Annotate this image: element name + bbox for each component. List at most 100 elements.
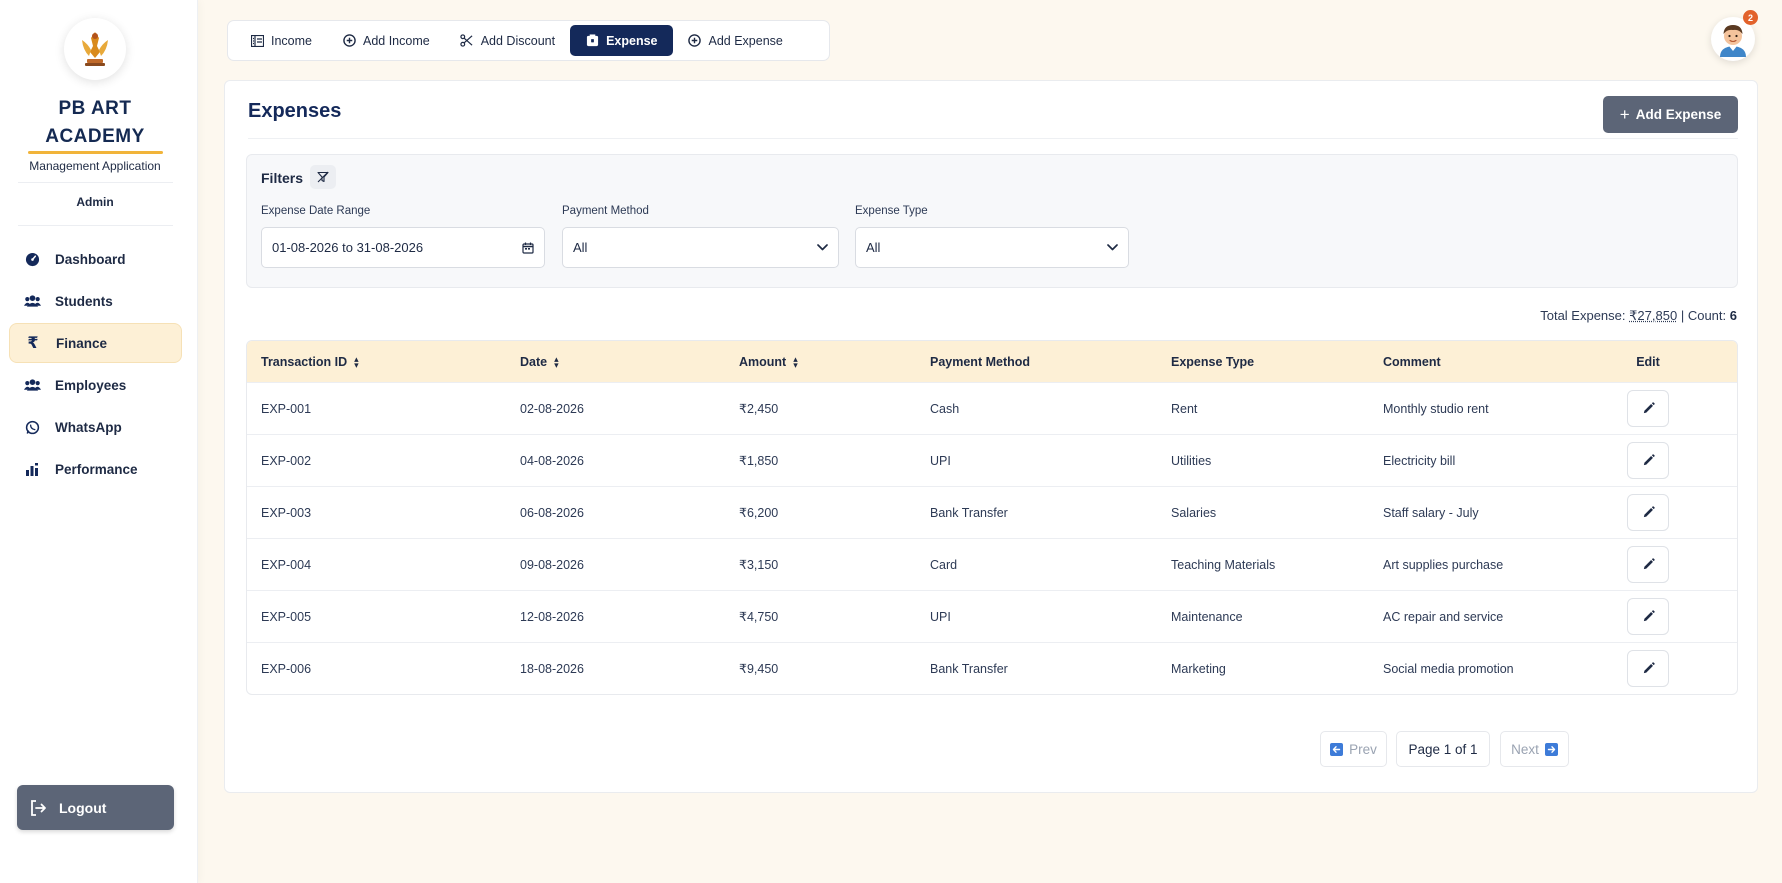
brand-title-line: ACADEMY — [45, 126, 145, 147]
ledger-icon — [250, 34, 264, 48]
column-header-comment: Comment — [1383, 354, 1441, 369]
add-expense-button[interactable]: + Add Expense — [1603, 96, 1738, 133]
page-title: Expenses — [248, 100, 342, 122]
cell-edit — [1621, 546, 1737, 583]
table-row: EXP-005 12-08-2026 ₹4,750 UPI Maintenance AC … — [247, 590, 1737, 642]
logout-label: Logout — [59, 799, 107, 816]
cell-transaction-id: EXP-005 — [261, 609, 312, 624]
sidebar-item-label: WhatsApp — [55, 419, 122, 435]
sidebar-item-dashboard[interactable]: Dashboard — [9, 239, 182, 279]
chevron-down-icon — [817, 244, 828, 251]
cell-payment-method: Cash — [930, 401, 960, 416]
tab-income[interactable]: Income — [235, 25, 327, 56]
edit-button[interactable] — [1627, 546, 1669, 583]
plus-circle-icon — [342, 34, 356, 48]
cell-amount: ₹9,450 — [739, 662, 779, 676]
expense-type-select[interactable]: All — [855, 227, 1129, 268]
count-value: 6 — [1729, 308, 1737, 323]
pencil-icon — [1643, 402, 1655, 414]
column-header-label: Transaction ID — [261, 354, 348, 369]
tab-add-discount[interactable]: Add Discount — [445, 25, 570, 56]
cell-payment-method: UPI — [930, 453, 951, 468]
notification-badge: 2 — [1743, 10, 1758, 25]
filter-off-icon — [317, 171, 329, 183]
cell-edit — [1621, 390, 1737, 427]
edit-button[interactable] — [1627, 494, 1669, 531]
date-range-value: 01-08-2026 to 31-08-2026 — [272, 240, 424, 255]
filters-panel: Filters Expense Date Range 01-08-2026 to… — [246, 154, 1738, 288]
sidebar-item-whatsapp[interactable]: WhatsApp — [9, 407, 182, 447]
table-row: EXP-002 04-08-2026 ₹1,850 UPI Utilities Elect… — [247, 434, 1737, 486]
sidebar-item-label: Performance — [55, 461, 138, 477]
pencil-icon — [1643, 506, 1655, 518]
sidebar: PB ART ACADEMY Management Application Ad… — [0, 0, 198, 883]
page-indicator: Page 1 of 1 — [1396, 731, 1490, 767]
edit-button[interactable] — [1627, 390, 1669, 427]
tab-add-income[interactable]: Add Income — [327, 25, 445, 56]
cell-expense-type: Salaries — [1171, 505, 1217, 520]
brand-title: PB ART ACADEMY — [0, 95, 190, 151]
cell-expense-type: Teaching Materials — [1171, 557, 1276, 572]
sidebar-item-employees[interactable]: Employees — [9, 365, 182, 405]
logout-button[interactable]: Logout — [17, 785, 174, 830]
tab-label: Expense — [606, 33, 658, 48]
pencil-icon — [1643, 454, 1655, 466]
date-range-input[interactable]: 01-08-2026 to 31-08-2026 — [261, 227, 545, 268]
cell-expense-type: Maintenance — [1171, 609, 1243, 624]
count-label: Count: — [1687, 308, 1727, 323]
prev-page-button[interactable]: Prev — [1320, 731, 1387, 767]
next-page-button[interactable]: Next — [1500, 731, 1569, 767]
column-header-amount[interactable]: Amount ▴ ▾ — [725, 355, 916, 370]
arrow-left-icon — [1330, 742, 1344, 756]
sidebar-item-label: Employees — [55, 377, 127, 393]
divider — [248, 138, 1738, 139]
tab-add-expense[interactable]: Add Expense — [673, 25, 798, 56]
brand-subtitle: Management Application — [29, 159, 161, 173]
column-header-transaction-id[interactable]: Transaction ID ▴ ▾ — [247, 354, 506, 371]
cell-amount: ₹1,850 — [739, 454, 779, 468]
sidebar-item-label: Finance — [56, 335, 108, 351]
sidebar-item-finance[interactable]: ₹ Finance — [9, 323, 182, 363]
column-header-date[interactable]: Date ▴ ▾ — [506, 355, 725, 370]
payment-method-select[interactable]: All — [562, 227, 839, 268]
edit-button[interactable] — [1627, 598, 1669, 635]
add-expense-label: Add Expense — [1635, 107, 1722, 122]
plus-circle-icon — [688, 34, 702, 48]
pencil-icon — [1643, 558, 1655, 570]
edit-button[interactable] — [1627, 442, 1669, 479]
sidebar-nav: Dashboard Students ₹ Finance Employees W… — [9, 239, 182, 491]
arrow-right-icon — [1544, 742, 1558, 756]
cell-comment: Social media promotion — [1383, 661, 1514, 676]
user-role: Admin — [76, 195, 114, 209]
cell-transaction-id: EXP-004 — [261, 557, 312, 572]
table-row: EXP-006 18-08-2026 ₹9,450 Bank Transfer Mark… — [247, 642, 1737, 694]
cell-date: 18-08-2026 — [520, 661, 584, 676]
logo-emblem-icon — [82, 32, 108, 66]
expense-type-label: Expense Type — [855, 205, 928, 217]
sort-icon: ▴ ▾ — [354, 354, 359, 371]
expense-summary: Total Expense: ₹27,850 | Count: 6 — [1540, 308, 1737, 324]
sidebar-item-students[interactable]: Students — [9, 281, 182, 321]
payment-method-label: Payment Method — [562, 205, 649, 217]
cell-edit — [1621, 494, 1737, 531]
tab-label: Add Expense — [708, 33, 783, 48]
table-row: EXP-004 09-08-2026 ₹3,150 Card Teaching Mate… — [247, 538, 1737, 590]
cell-comment: Art supplies purchase — [1383, 557, 1504, 572]
cell-comment: Electricity bill — [1383, 453, 1456, 468]
total-label: Total Expense: — [1540, 308, 1626, 323]
plus-icon: + — [1619, 104, 1630, 124]
tab-expense[interactable]: Expense — [570, 25, 673, 56]
clear-filter-button[interactable] — [310, 165, 336, 189]
cell-amount: ₹3,150 — [739, 558, 779, 572]
logout-icon — [29, 799, 47, 817]
table-row: EXP-003 06-08-2026 ₹6,200 Bank Transfer Sala… — [247, 486, 1737, 538]
cell-date: 02-08-2026 — [520, 401, 584, 416]
edit-button[interactable] — [1627, 650, 1669, 687]
sidebar-item-performance[interactable]: Performance — [9, 449, 182, 489]
tab-label: Add Income — [363, 33, 430, 48]
pencil-icon — [1643, 662, 1655, 674]
whatsapp-icon — [23, 418, 41, 436]
cell-payment-method: Bank Transfer — [930, 661, 1008, 676]
cell-comment: AC repair and service — [1383, 609, 1504, 624]
sidebar-item-label: Dashboard — [55, 251, 126, 267]
